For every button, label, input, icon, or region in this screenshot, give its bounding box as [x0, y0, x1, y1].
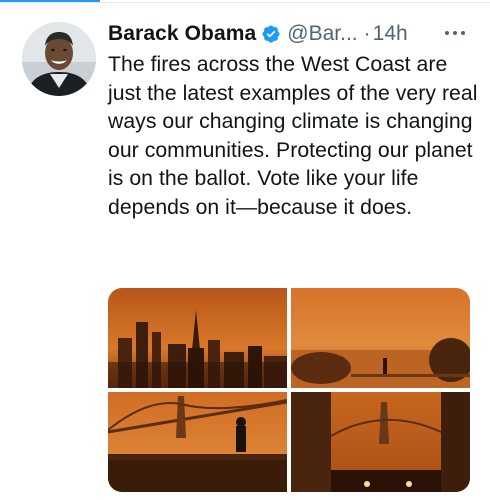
tweet-text: The fires across the West Coast are just… [108, 53, 478, 219]
photo-waterfront-haze[interactable] [291, 288, 470, 388]
photo-street-bridge[interactable] [291, 392, 470, 492]
author-handle[interactable]: @Bar... [287, 22, 357, 46]
separator-dot: · [363, 22, 371, 45]
tweet-timestamp[interactable]: 14h [373, 22, 408, 46]
photo-city-skyline[interactable] [108, 288, 287, 388]
tweet[interactable]: Barack Obama @Bar... · 14h The fires acr… [0, 0, 490, 500]
author-name[interactable]: Barack Obama [108, 22, 256, 46]
tweet-header: Barack Obama @Bar... · 14h [108, 20, 408, 48]
media-grid [108, 288, 470, 492]
more-options-icon[interactable] [440, 22, 470, 44]
profile-photo-icon [22, 22, 96, 96]
photo-bay-bridge-person[interactable] [108, 392, 287, 492]
avatar[interactable] [22, 22, 96, 96]
verified-badge-icon [261, 24, 281, 44]
